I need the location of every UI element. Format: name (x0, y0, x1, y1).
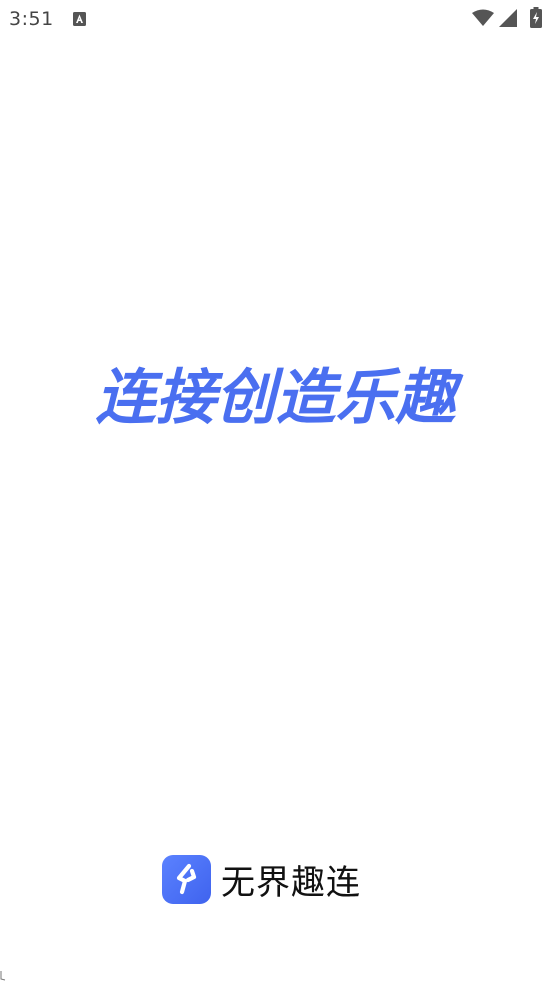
battery-charging-icon (530, 7, 542, 28)
slogan-text: 连接创造乐趣 (95, 363, 456, 433)
brand-footer: 无界趣连 (0, 854, 551, 904)
signal-icon (499, 9, 517, 27)
corner-mark (0, 966, 6, 981)
lightning-bolt-icon (162, 854, 211, 904)
status-bar: 3:51 (0, 0, 551, 38)
status-time: 3:51 (9, 8, 54, 30)
splash-screen: 3:51 连接创造乐趣 无界趣连 (0, 0, 551, 981)
notification-a-icon (73, 11, 86, 26)
brand-name: 无界趣连 (221, 862, 361, 903)
wifi-icon (472, 9, 494, 27)
